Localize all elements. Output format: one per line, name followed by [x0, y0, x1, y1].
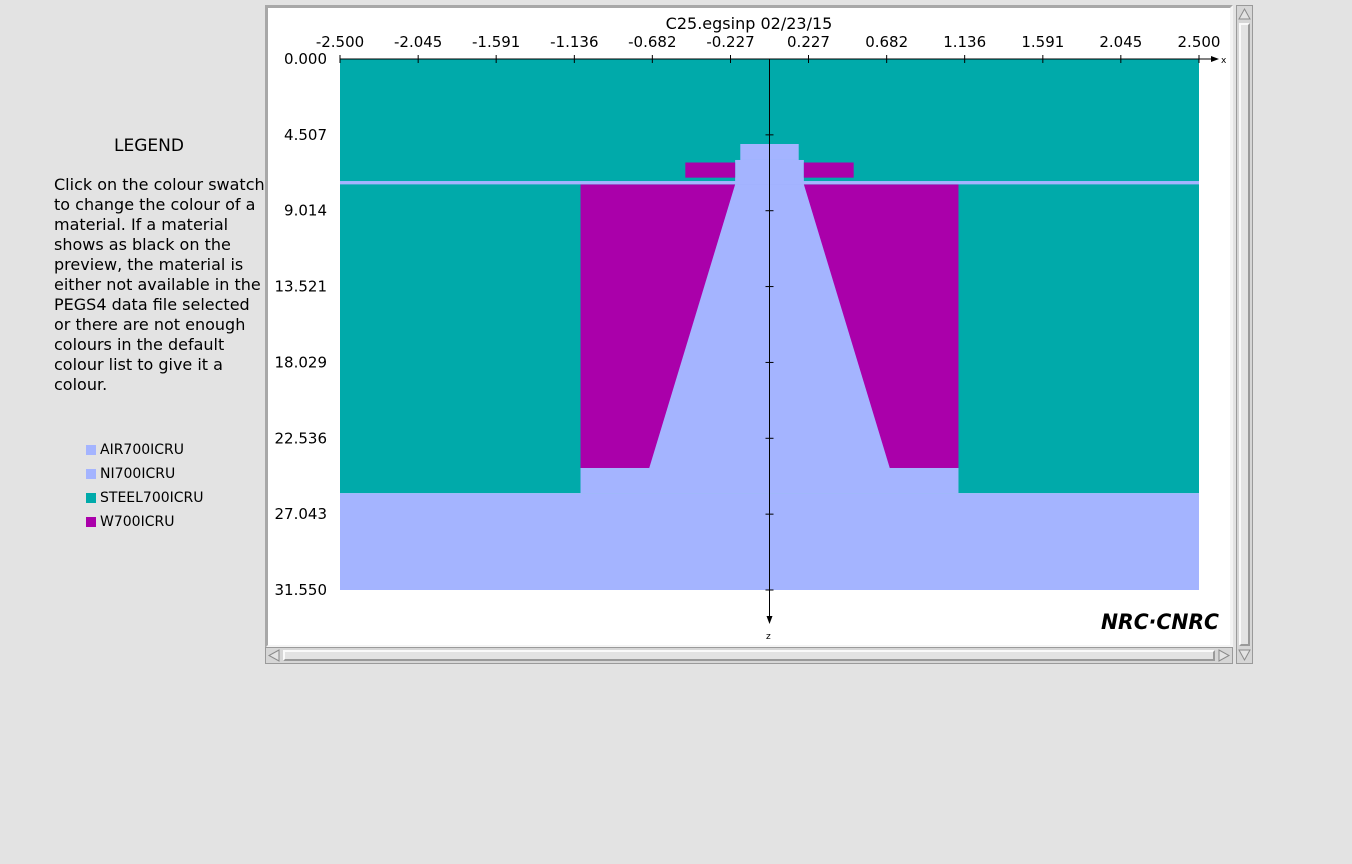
- scroll-up-icon[interactable]: [1237, 7, 1252, 22]
- legend-item-label: W700ICRU: [100, 514, 175, 530]
- z-tick-label: 4.507: [284, 126, 327, 144]
- legend-help-text: Click on the colour swatch to change the…: [54, 175, 265, 394]
- legend-list: AIR700ICRU NI700ICRU STEEL700ICRU W700IC…: [86, 438, 204, 534]
- region-w700icru: [685, 162, 736, 178]
- colour-swatch[interactable]: [86, 469, 96, 479]
- geometry-preview: -2.500 -2.045 -1.591 -1.136 -0.682 -0.227 0.22…: [275, 14, 1228, 642]
- x-tick-label: -0.682: [628, 33, 676, 51]
- x-tick-label: -2.045: [394, 33, 442, 51]
- plot-title: C25.egsinp 02/23/15: [666, 14, 833, 33]
- legend-item-label: NI700ICRU: [100, 466, 176, 482]
- legend-item-steel700icru[interactable]: STEEL700ICRU: [86, 486, 204, 510]
- legend-item-label: AIR700ICRU: [100, 442, 185, 458]
- x-tick-label: 1.591: [1021, 33, 1064, 51]
- vertical-scroll-thumb[interactable]: [1239, 23, 1250, 646]
- x-tick-label: -1.591: [472, 33, 520, 51]
- x-tick-label: -2.500: [316, 33, 364, 51]
- x-axis-label: x: [1221, 56, 1227, 66]
- legend-item-ni700icru[interactable]: NI700ICRU: [86, 462, 204, 486]
- x-tick-label: 0.227: [787, 33, 830, 51]
- legend-title: LEGEND: [114, 136, 184, 156]
- vertical-scrollbar[interactable]: [1236, 5, 1253, 664]
- z-tick-label: 0.000: [284, 50, 327, 68]
- legend-item-air700icru[interactable]: AIR700ICRU: [86, 438, 204, 462]
- z-tick-label: 31.550: [275, 581, 328, 599]
- x-tick-label: -1.136: [550, 33, 598, 51]
- region-w700icru: [803, 162, 854, 178]
- legend-item-label: STEEL700ICRU: [100, 490, 204, 506]
- z-tick-label: 18.029: [275, 353, 328, 371]
- scroll-right-icon[interactable]: [1216, 648, 1231, 663]
- nrc-cnrc-logo: NRC·CNRC: [1101, 610, 1220, 634]
- scroll-left-icon[interactable]: [267, 648, 282, 663]
- z-tick-label: 9.014: [284, 202, 327, 220]
- z-tick-label: 27.043: [275, 505, 328, 523]
- x-tick-label: 1.136: [943, 33, 986, 51]
- z-axis-label: z: [766, 632, 771, 642]
- horizontal-scroll-thumb[interactable]: [283, 650, 1215, 661]
- x-tick-label: -0.227: [706, 33, 754, 51]
- z-tick-label: 13.521: [275, 278, 328, 296]
- colour-swatch[interactable]: [86, 493, 96, 503]
- legend-item-w700icru[interactable]: W700ICRU: [86, 510, 204, 534]
- horizontal-scrollbar[interactable]: [265, 647, 1233, 664]
- z-tick-label: 22.536: [275, 429, 328, 447]
- colour-swatch[interactable]: [86, 517, 96, 527]
- x-axis-arrow-icon: [1211, 56, 1219, 62]
- scroll-down-icon[interactable]: [1237, 647, 1252, 662]
- colour-swatch[interactable]: [86, 445, 96, 455]
- x-tick-label: 2.045: [1099, 33, 1142, 51]
- z-axis-arrow-icon: [766, 616, 773, 624]
- x-tick-label: 0.682: [865, 33, 908, 51]
- x-tick-label: 2.500: [1178, 33, 1221, 51]
